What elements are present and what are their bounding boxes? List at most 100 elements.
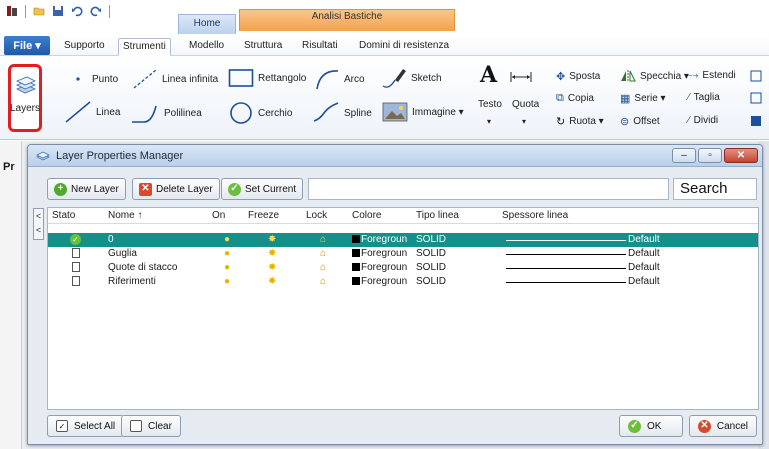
quota-label[interactable]: Quota bbox=[512, 99, 539, 110]
close-button[interactable]: ✕ bbox=[724, 148, 758, 163]
table-row[interactable]: Quote di stacco ● ✸ ⌂ Foregroun SOLID De… bbox=[48, 261, 758, 275]
layer-color[interactable]: Foregroun bbox=[352, 276, 407, 287]
cerchio-button[interactable]: Cerchio bbox=[228, 101, 292, 125]
column-tipo-linea[interactable]: Tipo linea bbox=[416, 210, 459, 221]
dialog-title-bar[interactable]: Layer Properties Manager – ▫ ✕ bbox=[28, 145, 762, 167]
tab-supporto[interactable]: Supporto bbox=[60, 38, 109, 56]
new-layer-button[interactable]: + New Layer bbox=[47, 178, 126, 200]
layer-color[interactable]: Foregroun bbox=[352, 248, 407, 259]
sketch-button[interactable]: Sketch bbox=[381, 66, 442, 90]
specchia-button[interactable]: Specchia ▾ bbox=[620, 70, 689, 82]
layer-linetype[interactable]: SOLID bbox=[416, 248, 446, 259]
cancel-label: Cancel bbox=[716, 420, 748, 432]
layer-color[interactable]: Foregroun bbox=[352, 262, 407, 273]
layer-lineweight[interactable]: Default bbox=[628, 276, 660, 287]
open-folder-icon[interactable] bbox=[33, 5, 45, 17]
set-current-button[interactable]: ✓ Set Current bbox=[221, 178, 304, 200]
testo-dropdown-arrow[interactable]: ▾ bbox=[487, 117, 491, 126]
thaw-sun-icon[interactable]: ✸ bbox=[268, 262, 276, 273]
bulb-on-icon[interactable]: ● bbox=[224, 276, 230, 287]
thaw-sun-icon[interactable]: ✸ bbox=[268, 276, 276, 287]
unlocked-icon[interactable]: ⌂ bbox=[320, 262, 326, 273]
table-row[interactable]: Riferimenti ● ✸ ⌂ Foregroun SOLID Defaul… bbox=[48, 275, 758, 289]
tab-struttura[interactable]: Struttura bbox=[240, 38, 286, 56]
maximize-button[interactable]: ▫ bbox=[698, 148, 722, 163]
delete-layer-button[interactable]: ✕ Delete Layer bbox=[132, 178, 220, 200]
testo-label[interactable]: Testo bbox=[478, 99, 502, 110]
tab-risultati[interactable]: Risultati bbox=[298, 38, 342, 56]
arco-button[interactable]: Arco bbox=[314, 68, 365, 90]
layer-lineweight[interactable]: Default bbox=[628, 262, 660, 273]
bulb-on-icon[interactable]: ● bbox=[224, 248, 230, 259]
tab-home[interactable]: Home bbox=[178, 14, 236, 34]
tab-domini-di-resistenza[interactable]: Domini di resistenza bbox=[355, 38, 453, 56]
ok-button[interactable]: ✓ OK bbox=[619, 415, 683, 437]
unlocked-icon[interactable]: ⌂ bbox=[320, 248, 326, 259]
unlocked-icon[interactable]: ⌂ bbox=[320, 234, 326, 245]
collapse-panel-button[interactable]: < < bbox=[33, 208, 44, 240]
save-icon[interactable] bbox=[52, 5, 64, 17]
sposta-button[interactable]: ✥ Sposta bbox=[556, 70, 600, 83]
quota-dropdown-arrow[interactable]: ▾ bbox=[522, 117, 526, 126]
select-all-button[interactable]: ✓ Select All bbox=[47, 415, 125, 437]
column-stato[interactable]: Stato bbox=[52, 210, 75, 221]
ruota-button[interactable]: ↻ Ruota ▾ bbox=[556, 115, 604, 128]
column-on[interactable]: On bbox=[212, 210, 225, 221]
column-lock[interactable]: Lock bbox=[306, 210, 327, 221]
cancel-icon: ✕ bbox=[698, 419, 711, 433]
column-colore[interactable]: Colore bbox=[352, 210, 381, 221]
layer-lineweight[interactable]: Default bbox=[628, 234, 660, 245]
bulb-on-icon[interactable]: ● bbox=[224, 262, 230, 273]
undo-icon[interactable] bbox=[71, 5, 83, 17]
polilinea-label: Polilinea bbox=[164, 107, 202, 119]
new-layer-label: New Layer bbox=[71, 183, 119, 195]
column-freeze[interactable]: Freeze bbox=[248, 210, 279, 221]
punto-button[interactable]: Punto bbox=[74, 73, 118, 85]
tab-modello[interactable]: Modello bbox=[185, 38, 228, 56]
immagine-button[interactable]: Immagine ▾ bbox=[382, 102, 464, 122]
column-spessore-linea[interactable]: Spessore linea bbox=[502, 210, 568, 221]
tab-strumenti[interactable]: Strumenti bbox=[118, 38, 171, 56]
layers-small-icon bbox=[36, 151, 50, 160]
file-menu-button[interactable]: File ▾ bbox=[4, 36, 50, 55]
ribbon-overflow-icon[interactable] bbox=[750, 92, 762, 104]
thaw-sun-icon[interactable]: ✸ bbox=[268, 234, 276, 245]
cancel-button[interactable]: ✕ Cancel bbox=[689, 415, 757, 437]
linea-button[interactable]: Linea bbox=[64, 100, 120, 124]
layer-linetype[interactable]: SOLID bbox=[416, 262, 446, 273]
table-row[interactable]: ✓ 0 ● ✸ ⌂ Foregroun SOLID Default bbox=[48, 233, 758, 247]
layer-name: 0 bbox=[108, 234, 114, 245]
redo-icon[interactable] bbox=[90, 5, 102, 17]
specchia-label: Specchia ▾ bbox=[640, 70, 689, 82]
thaw-sun-icon[interactable]: ✸ bbox=[268, 248, 276, 259]
layers-button[interactable]: Layers bbox=[8, 64, 42, 132]
clear-button[interactable]: Clear bbox=[121, 415, 181, 437]
layer-linetype[interactable]: SOLID bbox=[416, 234, 446, 245]
estendi-button[interactable]: ⤍ Estendi bbox=[688, 70, 736, 81]
polilinea-button[interactable]: Polilinea bbox=[130, 102, 202, 124]
table-row[interactable]: Guglia ● ✸ ⌂ Foregroun SOLID Default bbox=[48, 247, 758, 261]
taglia-button[interactable]: ⁄ Taglia bbox=[688, 92, 720, 103]
layers-label: Layers bbox=[10, 103, 41, 114]
rettangolo-button[interactable]: Rettangolo bbox=[228, 68, 306, 88]
dividi-button[interactable]: ⁄ Dividi bbox=[688, 115, 718, 126]
layer-linetype[interactable]: SOLID bbox=[416, 276, 446, 287]
dimension-icon[interactable] bbox=[510, 72, 532, 82]
layer-status-icon bbox=[72, 262, 80, 275]
search-button[interactable]: Search bbox=[673, 178, 757, 200]
column-nome[interactable]: Nome ↑ bbox=[108, 210, 142, 221]
bulb-on-icon[interactable]: ● bbox=[224, 234, 230, 245]
ribbon-overflow-icon[interactable] bbox=[750, 115, 762, 127]
layer-lineweight[interactable]: Default bbox=[628, 248, 660, 259]
ribbon-overflow-icon[interactable] bbox=[750, 70, 762, 82]
minimize-button[interactable]: – bbox=[672, 148, 696, 163]
linea-infinita-button[interactable]: Linea infinita bbox=[132, 68, 218, 90]
serie-button[interactable]: ▦ Serie ▾ bbox=[620, 92, 666, 105]
layer-color[interactable]: Foregroun bbox=[352, 234, 407, 245]
offset-button[interactable]: ⊜ Offset bbox=[620, 115, 660, 128]
text-tool-icon[interactable]: A bbox=[480, 62, 497, 88]
unlocked-icon[interactable]: ⌂ bbox=[320, 276, 326, 287]
search-input[interactable] bbox=[308, 178, 669, 200]
spline-button[interactable]: Spline bbox=[312, 101, 372, 125]
copia-button[interactable]: ⧉ Copia bbox=[556, 92, 594, 105]
